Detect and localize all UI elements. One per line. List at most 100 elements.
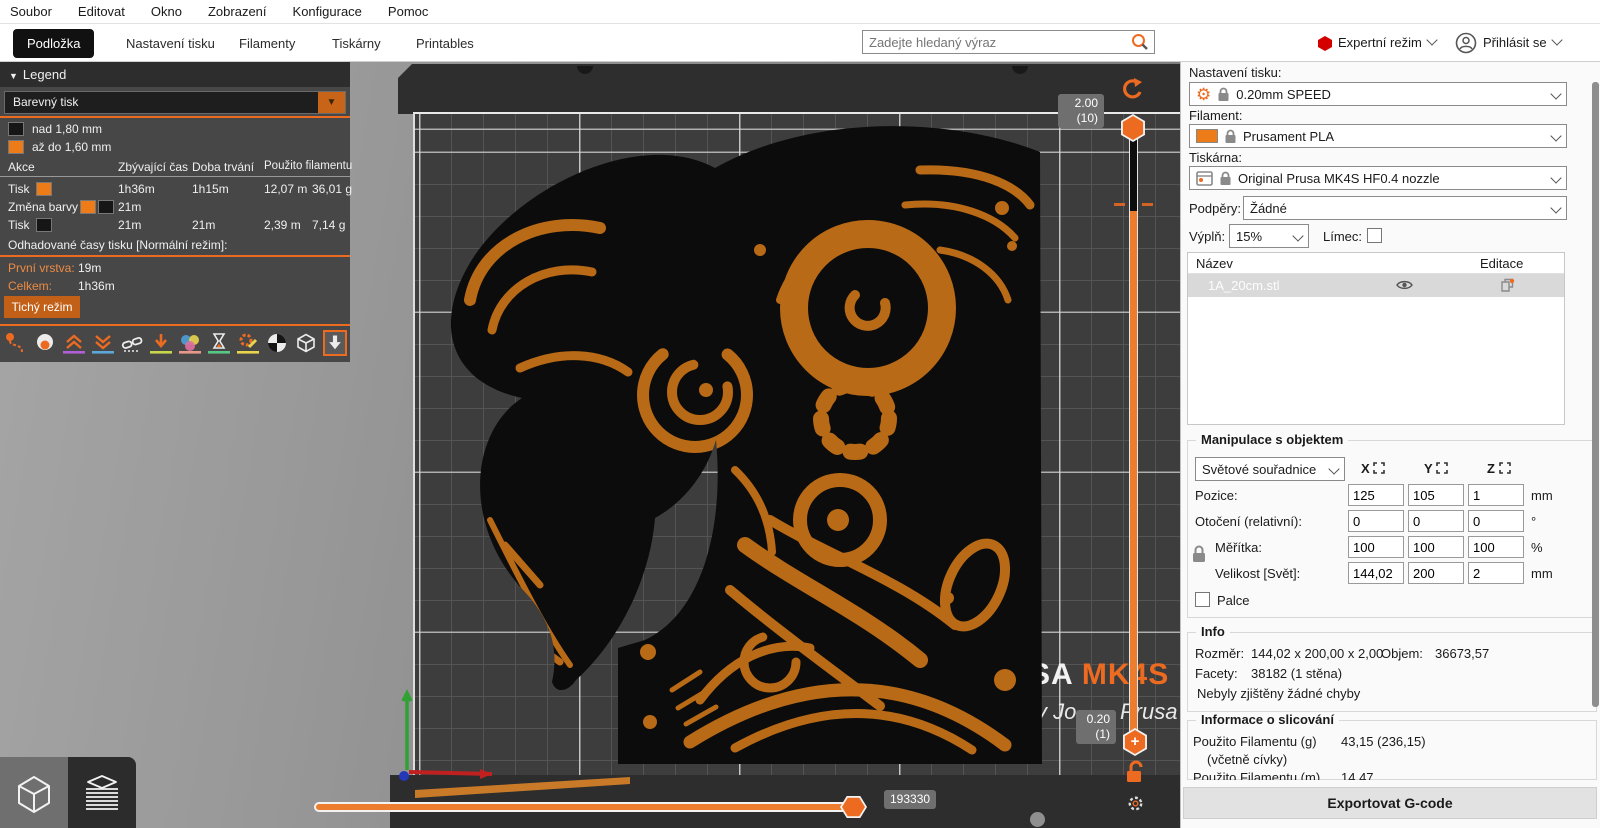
menu-zobrazeni[interactable]: Zobrazení	[208, 4, 267, 19]
panel-scrollbar[interactable]	[1592, 82, 1599, 707]
eye-visibility-icon[interactable]	[1396, 279, 1413, 291]
row-val: 21m	[192, 218, 215, 232]
mode-selector[interactable]: Expertní režim	[1338, 35, 1436, 50]
scale-lock-icon[interactable]	[1191, 544, 1207, 564]
user-avatar-icon[interactable]	[1455, 32, 1477, 54]
filament-combo[interactable]: Prusament PLA	[1189, 124, 1567, 148]
row-val: 12,07 m	[264, 182, 307, 196]
slider-settings-gear-icon[interactable]	[1124, 792, 1147, 815]
brim-checkbox[interactable]	[1367, 228, 1382, 243]
supports-combo[interactable]: Žádné	[1243, 196, 1567, 220]
right-sidebar: Nastavení tisku: ⚙ 0.20mm SPEED ⚙ Filame…	[1180, 62, 1600, 828]
search-icon[interactable]	[1130, 32, 1150, 52]
scale-x-field[interactable]	[1348, 536, 1404, 558]
row-val: 1h36m	[118, 182, 155, 196]
legend-view-select[interactable]: Barevný tisk ▼	[4, 91, 346, 114]
unlock-icon[interactable]	[1123, 759, 1147, 785]
editor-view-button[interactable]	[0, 757, 68, 828]
seams-icon[interactable]	[91, 330, 115, 356]
search-box[interactable]	[862, 30, 1155, 54]
toolmarks-icon[interactable]	[294, 330, 318, 356]
menu-editovat[interactable]: Editovat	[78, 4, 125, 19]
size-z-field[interactable]	[1468, 562, 1524, 584]
move-slider-track[interactable]	[314, 802, 866, 812]
position-label: Pozice:	[1195, 488, 1238, 503]
menu-okno[interactable]: Okno	[151, 4, 182, 19]
retractions-icon[interactable]	[33, 330, 57, 356]
height-range-label: až do 1,60 mm	[32, 140, 111, 154]
tool-order-icon[interactable]	[4, 330, 28, 356]
reset-rotation-icon[interactable]	[1120, 76, 1146, 100]
tab-tiskarny[interactable]: Tiskárny	[318, 29, 395, 58]
row-swatch	[36, 218, 52, 232]
chevron-down-icon	[1550, 130, 1561, 141]
tab-nastaveni-tisku[interactable]: Nastavení tisku	[112, 29, 229, 58]
login-button[interactable]: Přihlásit se	[1483, 35, 1561, 50]
export-gcode-button[interactable]: Exportovat G-code	[1183, 787, 1597, 819]
deretractions-icon[interactable]	[62, 330, 86, 356]
pos-x-field[interactable]	[1348, 484, 1404, 506]
object-list[interactable]: Název Editace 1A_20cm.stl	[1187, 252, 1565, 425]
menu-konfigurace[interactable]: Konfigurace	[293, 4, 362, 19]
shells-icon[interactable]	[265, 330, 289, 356]
errors-value: Nebyly zjištěny žádné chyby	[1197, 686, 1360, 701]
tab-podlozka[interactable]: Podložka	[13, 29, 94, 58]
tab-filamenty[interactable]: Filamenty	[225, 29, 309, 58]
collapse-toolbar-dot[interactable]	[1030, 812, 1045, 827]
edit-object-icon[interactable]	[1500, 278, 1515, 293]
facets-value: 38182 (1 stěna)	[1251, 666, 1342, 681]
layer-slider-track[interactable]	[1129, 138, 1138, 744]
object-name: 1A_20cm.stl	[1208, 274, 1280, 297]
col-akce: Akce	[8, 160, 35, 174]
stealth-mode-button[interactable]: Tichý režim	[4, 296, 80, 318]
print-settings-value: 0.20mm SPEED	[1236, 87, 1540, 102]
rot-y-field[interactable]	[1408, 510, 1464, 532]
rot-x-field[interactable]	[1348, 510, 1404, 532]
custom-gcodes-icon[interactable]	[236, 330, 260, 356]
printer-combo[interactable]: Original Prusa MK4S HF0.4 nozzle	[1189, 166, 1567, 190]
axis-box-icon	[1436, 462, 1448, 474]
first-layer-label: První vrstva:	[8, 261, 75, 275]
unit-label: mm	[1531, 566, 1553, 581]
total-label: Celkem:	[8, 279, 52, 293]
lock-icon	[1224, 129, 1237, 144]
row-val: 7,14 g	[312, 218, 345, 232]
infill-combo[interactable]: 15%	[1229, 224, 1309, 248]
travels-icon[interactable]	[323, 330, 347, 356]
pos-y-field[interactable]	[1408, 484, 1464, 506]
coords-combo[interactable]: Světové souřadnice	[1195, 457, 1345, 481]
size-y-field[interactable]	[1408, 562, 1464, 584]
menu-bar: Soubor Editovat Okno Zobrazení Konfigura…	[0, 0, 1600, 24]
menu-soubor[interactable]: Soubor	[10, 4, 52, 19]
print-settings-combo[interactable]: ⚙ 0.20mm SPEED	[1189, 82, 1567, 106]
axis-box-icon	[1499, 462, 1511, 474]
color-print-icon[interactable]	[178, 330, 202, 356]
filament-value: Prusament PLA	[1243, 129, 1540, 144]
inches-label: Palce	[1217, 593, 1250, 608]
wipe-icon[interactable]	[120, 330, 144, 356]
volume-label: Objem:	[1381, 646, 1423, 661]
scale-y-field[interactable]	[1408, 536, 1464, 558]
rot-z-field[interactable]	[1468, 510, 1524, 532]
legend-header[interactable]: ▼ Legend	[0, 62, 350, 87]
color-changes-icon[interactable]	[149, 330, 173, 356]
menu-pomoc[interactable]: Pomoc	[388, 4, 428, 19]
preview-view-button[interactable]	[68, 757, 136, 828]
search-input[interactable]	[863, 35, 1130, 50]
object-row[interactable]: 1A_20cm.stl	[1188, 274, 1564, 297]
size-x-field[interactable]	[1348, 562, 1404, 584]
size-info-label: Rozměr:	[1195, 646, 1244, 661]
tab-bar: Podložka Nastavení tisku Filamenty Tiská…	[0, 25, 1600, 62]
col-pouzito: Použito filamentu	[264, 160, 352, 172]
inches-checkbox[interactable]	[1195, 592, 1210, 607]
gear-icon: ⚙	[1196, 86, 1211, 103]
info-title: Info	[1196, 624, 1230, 639]
pause-prints-icon[interactable]	[207, 330, 231, 356]
color-change-tick	[1142, 203, 1153, 206]
tab-printables[interactable]: Printables	[402, 29, 488, 58]
first-layer-value: 19m	[78, 261, 101, 275]
layer-slider-top-tooltip: 2.00(10)	[1058, 94, 1104, 128]
scale-z-field[interactable]	[1468, 536, 1524, 558]
pos-z-field[interactable]	[1468, 484, 1524, 506]
manipulation-title: Manipulace s objektem	[1196, 432, 1348, 447]
